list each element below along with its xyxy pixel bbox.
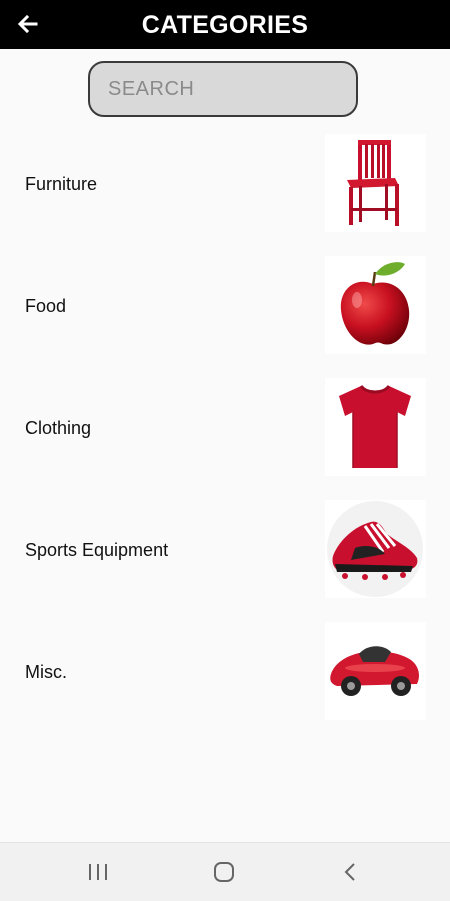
back-nav-button[interactable]: [330, 853, 370, 891]
category-label: Misc.: [25, 662, 67, 682]
tshirt-icon: [325, 378, 426, 476]
soccer-cleat-icon: [325, 500, 426, 598]
category-label: Food: [25, 296, 67, 316]
category-label: Sports Equipment: [25, 540, 169, 560]
home-icon: [214, 862, 234, 882]
toy-car-icon: [325, 622, 426, 720]
category-item-misc[interactable]: Misc.: [0, 616, 450, 738]
category-label: Furniture: [25, 174, 98, 194]
search-box[interactable]: [88, 61, 358, 117]
apple-icon: [325, 256, 426, 354]
category-item-sports-equipment[interactable]: Sports Equipment: [0, 494, 450, 616]
category-label: Clothing: [25, 418, 92, 438]
category-list: Furniture Food Clothing Sports Equipment…: [0, 128, 450, 738]
recent-apps-button[interactable]: [78, 853, 118, 891]
page-title: CATEGORIES: [141, 11, 309, 39]
recent-apps-icon: [89, 864, 107, 880]
app-header: CATEGORIES: [0, 0, 450, 49]
system-nav-bar: [0, 842, 450, 901]
category-item-food[interactable]: Food: [0, 250, 450, 372]
search-input[interactable]: [90, 63, 356, 115]
category-item-furniture[interactable]: Furniture: [0, 128, 450, 250]
home-button[interactable]: [204, 853, 244, 891]
category-item-clothing[interactable]: Clothing: [0, 372, 450, 494]
back-icon: [344, 863, 355, 881]
chair-icon: [325, 134, 426, 232]
